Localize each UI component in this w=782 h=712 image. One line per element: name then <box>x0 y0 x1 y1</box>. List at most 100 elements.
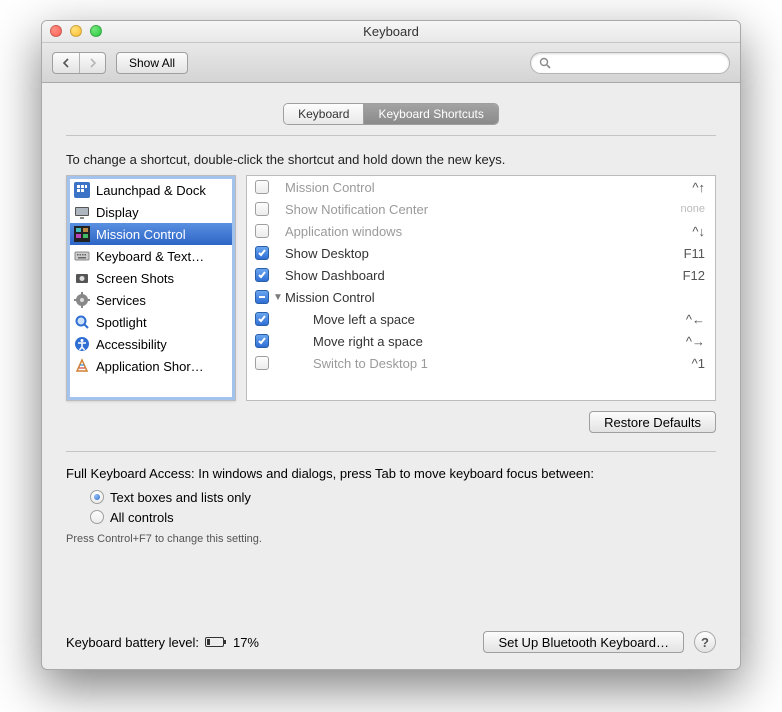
shortcut-row[interactable]: Show DashboardF12 <box>247 264 715 286</box>
category-label: Display <box>96 205 139 220</box>
category-item[interactable]: Mission Control <box>70 223 232 245</box>
category-item[interactable]: Display <box>70 201 232 223</box>
category-item[interactable]: Accessibility <box>70 333 232 355</box>
fka-option-all[interactable]: All controls <box>90 507 716 527</box>
nav-segment <box>52 52 106 74</box>
category-label: Mission Control <box>96 227 186 242</box>
shortcut-checkbox[interactable] <box>255 290 269 304</box>
shortcut-key[interactable]: ^↑ <box>645 180 705 195</box>
shortcuts-panel: To change a shortcut, double-click the s… <box>66 135 716 433</box>
chevron-right-icon <box>88 58 98 68</box>
shortcut-checkbox[interactable] <box>255 224 269 238</box>
fka-option-label: Text boxes and lists only <box>110 490 251 505</box>
shortcut-checkbox[interactable] <box>255 356 269 370</box>
category-item[interactable]: Screen Shots <box>70 267 232 289</box>
category-label: Spotlight <box>96 315 147 330</box>
search-field-container[interactable] <box>530 52 730 74</box>
shortcut-key[interactable]: ^↓ <box>645 224 705 239</box>
category-item[interactable]: Spotlight <box>70 311 232 333</box>
shortcut-label: Show Desktop <box>285 246 645 261</box>
screenshot-icon <box>74 270 90 286</box>
appshort-icon <box>74 358 90 374</box>
tab-keyboard[interactable]: Keyboard <box>284 104 363 124</box>
battery-label: Keyboard battery level: <box>66 635 199 650</box>
shortcut-label: Show Dashboard <box>285 268 645 283</box>
shortcut-row[interactable]: Application windows^↓ <box>247 220 715 242</box>
chevron-left-icon <box>61 58 71 68</box>
shortcut-key[interactable]: ^→ <box>645 334 705 349</box>
category-item[interactable]: Keyboard & Text… <box>70 245 232 267</box>
shortcut-row[interactable]: ▼Mission Control <box>247 286 715 308</box>
window-controls <box>50 25 102 37</box>
minimize-window-button[interactable] <box>70 25 82 37</box>
shortcut-key[interactable]: ^← <box>645 312 705 327</box>
fka-text: Full Keyboard Access: In windows and dia… <box>66 466 716 481</box>
search-input[interactable] <box>555 56 721 70</box>
window-title: Keyboard <box>363 24 419 39</box>
category-item[interactable]: Application Shor… <box>70 355 232 377</box>
category-label: Accessibility <box>96 337 167 352</box>
services-icon <box>74 292 90 308</box>
shortcut-checkbox[interactable] <box>255 334 269 348</box>
category-label: Application Shor… <box>96 359 204 374</box>
tab-bar: Keyboard Keyboard Shortcuts <box>283 103 499 125</box>
launchpad-icon <box>74 182 90 198</box>
shortcut-key[interactable]: none <box>645 203 705 215</box>
show-all-button[interactable]: Show All <box>116 52 188 74</box>
toolbar: Show All <box>42 43 740 83</box>
shortcut-key[interactable]: ^1 <box>645 356 705 371</box>
radio-icon <box>90 490 104 504</box>
category-label: Keyboard & Text… <box>96 249 204 264</box>
shortcut-row[interactable]: Switch to Desktop 1^1 <box>247 352 715 374</box>
close-window-button[interactable] <box>50 25 62 37</box>
shortcut-label: Move left a space <box>285 312 645 327</box>
display-icon <box>74 204 90 220</box>
shortcut-checkbox[interactable] <box>255 180 269 194</box>
shortcut-row[interactable]: Mission Control^↑ <box>247 176 715 198</box>
accessibility-icon <box>74 336 90 352</box>
shortcut-row[interactable]: Show Notification Centernone <box>247 198 715 220</box>
shortcut-checkbox[interactable] <box>255 246 269 260</box>
zoom-window-button[interactable] <box>90 25 102 37</box>
radio-icon <box>90 510 104 524</box>
shortcut-row[interactable]: Move left a space^← <box>247 308 715 330</box>
preferences-window: Keyboard Show All Keyboard Keyboard Shor… <box>41 20 741 670</box>
category-item[interactable]: Services <box>70 289 232 311</box>
shortcut-key[interactable]: F12 <box>645 268 705 283</box>
fka-option-textboxes[interactable]: Text boxes and lists only <box>90 487 716 507</box>
shortcut-label: Move right a space <box>285 334 645 349</box>
battery-percent: 17% <box>233 635 259 650</box>
shortcut-label: Mission Control <box>285 180 645 195</box>
tab-shortcuts[interactable]: Keyboard Shortcuts <box>363 104 497 124</box>
mission-icon <box>74 226 90 242</box>
titlebar: Keyboard <box>42 21 740 43</box>
shortcut-checkbox[interactable] <box>255 268 269 282</box>
setup-bluetooth-button[interactable]: Set Up Bluetooth Keyboard… <box>483 631 684 653</box>
shortcut-row[interactable]: Move right a space^→ <box>247 330 715 352</box>
footer: Keyboard battery level: 17% Set Up Bluet… <box>66 631 716 653</box>
help-button[interactable]: ? <box>694 631 716 653</box>
content: Keyboard Keyboard Shortcuts To change a … <box>42 83 740 559</box>
category-list[interactable]: Launchpad & Dock Display Mission Control Ke… <box>66 175 236 401</box>
search-icon <box>539 57 551 69</box>
shortcut-row[interactable]: Show DesktopF11 <box>247 242 715 264</box>
category-label: Services <box>96 293 146 308</box>
forward-button[interactable] <box>79 53 105 73</box>
disclosure-icon[interactable]: ▼ <box>271 292 285 303</box>
shortcut-key[interactable]: F11 <box>645 246 705 261</box>
fka-option-label: All controls <box>110 510 174 525</box>
shortcut-list[interactable]: Mission Control^↑Show Notification Cente… <box>246 175 716 401</box>
spotlight-icon <box>74 314 90 330</box>
category-item[interactable]: Launchpad & Dock <box>70 179 232 201</box>
shortcut-checkbox[interactable] <box>255 312 269 326</box>
restore-defaults-button[interactable]: Restore Defaults <box>589 411 716 433</box>
instructions-text: To change a shortcut, double-click the s… <box>66 152 716 167</box>
back-button[interactable] <box>53 53 79 73</box>
shortcut-label: Application windows <box>285 224 645 239</box>
shortcut-label: Switch to Desktop 1 <box>285 356 645 371</box>
shortcut-checkbox[interactable] <box>255 202 269 216</box>
battery-icon <box>205 636 227 648</box>
full-keyboard-access-section: Full Keyboard Access: In windows and dia… <box>66 451 716 545</box>
category-label: Launchpad & Dock <box>96 183 206 198</box>
keyboard-icon <box>74 248 90 264</box>
